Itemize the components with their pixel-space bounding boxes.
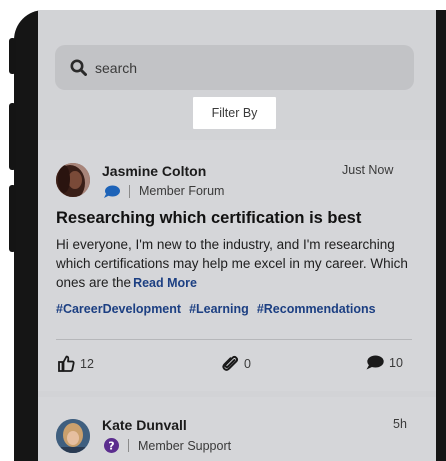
comment-count: 10 (389, 355, 403, 370)
forum-name: Member Support (138, 438, 232, 453)
paperclip-icon (222, 355, 239, 371)
post-card[interactable]: Jasmine Colton Member Forum Just Now Res… (38, 140, 436, 391)
search-icon (70, 59, 87, 76)
chat-bubble-icon (104, 185, 120, 198)
device-side-button (9, 185, 16, 252)
divider (56, 339, 412, 340)
tag-link[interactable]: #Recommendations (257, 302, 376, 316)
separator (128, 439, 129, 452)
device-side-button (9, 38, 16, 74)
attachment-button[interactable]: 0 (222, 355, 251, 372)
post-forum[interactable]: ? Member Support (104, 438, 231, 453)
post-body-text: Hi everyone, I'm new to the industry, an… (56, 237, 408, 290)
svg-text:?: ? (108, 440, 114, 453)
post-author[interactable]: Kate Dunvall (102, 417, 187, 433)
post-body: Hi everyone, I'm new to the industry, an… (56, 235, 408, 293)
forum-name: Member Forum (139, 184, 225, 198)
avatar[interactable] (56, 163, 90, 197)
read-more-link[interactable]: Read More (133, 276, 197, 290)
separator (129, 184, 130, 198)
tag-link[interactable]: #Learning (189, 302, 249, 316)
comment-icon (366, 355, 384, 370)
search-bar[interactable]: search (55, 45, 414, 90)
post-tags: #CareerDevelopment #Learning #Recommendati… (56, 302, 384, 316)
like-count: 12 (80, 356, 94, 371)
comment-button[interactable]: 10 (366, 355, 403, 370)
post-author[interactable]: Jasmine Colton (102, 163, 206, 179)
post-card[interactable]: Kate Dunvall ? Member Support 5h (38, 397, 436, 461)
app-screen: search Filter By Jasmine Colton Member F… (38, 10, 436, 461)
post-time: Just Now (342, 163, 394, 177)
search-input[interactable]: search (95, 60, 137, 76)
question-icon: ? (104, 438, 119, 453)
tag-link[interactable]: #CareerDevelopment (56, 302, 181, 316)
filter-by-button[interactable]: Filter By (193, 97, 276, 129)
post-forum[interactable]: Member Forum (104, 184, 224, 198)
post-time: 5h (393, 417, 407, 431)
post-title[interactable]: Researching which certification is best (56, 209, 361, 228)
device-side-button (9, 103, 16, 170)
like-button[interactable]: 12 (58, 355, 94, 372)
avatar[interactable] (56, 419, 90, 453)
attachment-count: 0 (244, 356, 251, 371)
thumbs-up-icon (58, 355, 75, 372)
